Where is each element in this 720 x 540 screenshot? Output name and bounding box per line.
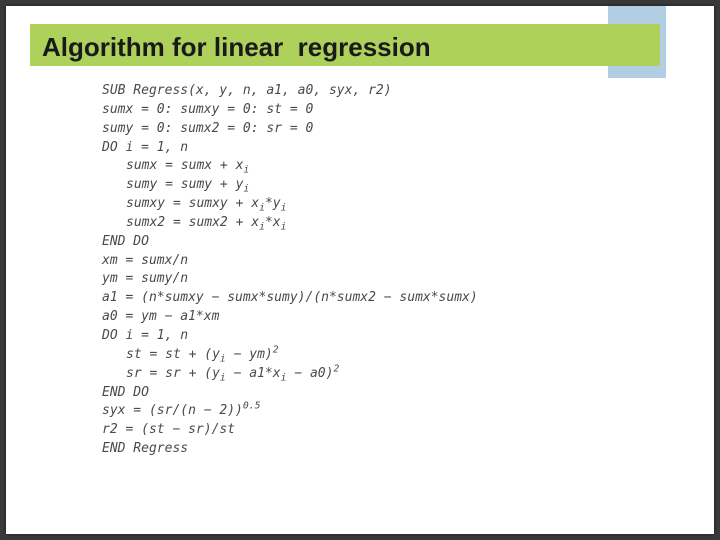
code-line: END DO <box>102 384 562 403</box>
code-line: DO i = 1, n <box>102 327 562 346</box>
code-line: END Regress <box>102 440 562 459</box>
code-line: sumx = 0: sumxy = 0: st = 0 <box>102 101 562 120</box>
code-line: xm = sumx/n <box>102 252 562 271</box>
code-line: sumxy = sumxy + xi*yi <box>102 195 562 214</box>
code-line: END DO <box>102 233 562 252</box>
code-line: ym = sumy/n <box>102 270 562 289</box>
slide: Algorithm for linear regression SUB Regr… <box>6 6 714 534</box>
code-line: sr = sr + (yi − a1*xi − a0)2 <box>102 365 562 384</box>
code-line: sumx = sumx + xi <box>102 157 562 176</box>
pseudocode-block: SUB Regress(x, y, n, a1, a0, syx, r2) su… <box>102 82 562 459</box>
code-line: SUB Regress(x, y, n, a1, a0, syx, r2) <box>102 82 562 101</box>
code-line: st = st + (yi − ym)2 <box>102 346 562 365</box>
code-line: sumy = sumy + yi <box>102 176 562 195</box>
slide-title: Algorithm for linear regression <box>42 32 431 63</box>
code-line: DO i = 1, n <box>102 139 562 158</box>
code-line: sumx2 = sumx2 + xi*xi <box>102 214 562 233</box>
title-bar: Algorithm for linear regression <box>30 24 660 66</box>
code-line: a1 = (n*sumxy − sumx*sumy)/(n*sumx2 − su… <box>102 289 562 308</box>
code-line: a0 = ym − a1*xm <box>102 308 562 327</box>
code-line: syx = (sr/(n − 2))0.5 <box>102 402 562 421</box>
code-line: r2 = (st − sr)/st <box>102 421 562 440</box>
code-line: sumy = 0: sumx2 = 0: sr = 0 <box>102 120 562 139</box>
